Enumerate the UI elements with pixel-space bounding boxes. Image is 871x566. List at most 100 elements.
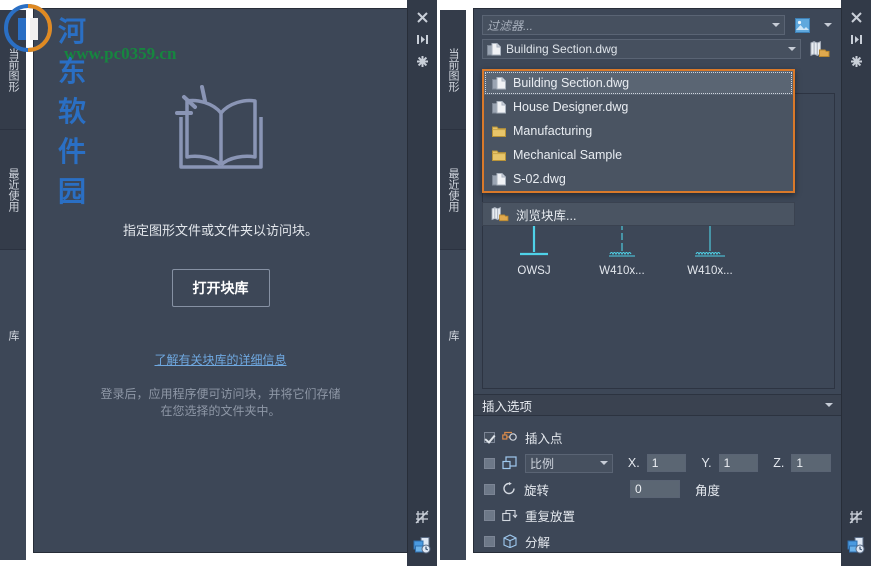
insertion-point-label: 插入点 — [525, 431, 563, 446]
dwg-file-icon — [492, 172, 506, 186]
dropdown-item-mechanical-sample[interactable]: Mechanical Sample — [484, 143, 793, 167]
scale-y-input[interactable]: 1 — [718, 454, 759, 472]
scale-checkbox[interactable] — [484, 457, 495, 469]
library-combo[interactable]: Building Section.dwg — [482, 39, 801, 59]
view-options-dropdown[interactable] — [819, 15, 833, 35]
browse-block-library-icon[interactable] — [807, 39, 833, 59]
rotation-input[interactable]: 0 — [630, 480, 681, 498]
dropdown-item-label: Building Section.dwg — [513, 76, 630, 90]
thumbnail-view-icon[interactable] — [791, 15, 813, 35]
block-label: W410x... — [687, 265, 733, 277]
chevron-down-icon[interactable] — [772, 23, 780, 27]
dwg-file-icon — [487, 42, 501, 56]
dock-pin-icon[interactable] — [407, 28, 437, 50]
chevron-down-icon[interactable] — [599, 461, 608, 465]
dropdown-item-label: Manufacturing — [513, 124, 593, 138]
sign-in-note-line2: 在您选择的文件夹中。 — [160, 404, 281, 418]
option-row-explode: 分解 — [484, 528, 831, 554]
dropdown-item-house-designer[interactable]: House Designer.dwg — [484, 95, 793, 119]
folder-icon — [492, 125, 506, 138]
tab-label: 当前图形 — [447, 47, 459, 92]
blocks-palette-right: 当前图形 最近使用 库 过滤器... Building Section.dwg … — [440, 0, 871, 566]
scale-z-input[interactable]: 1 — [791, 454, 832, 472]
rotation-checkbox[interactable] — [484, 483, 495, 495]
chevron-down-icon[interactable] — [824, 23, 832, 27]
learn-more-link[interactable]: 了解有关块库的详细信息 — [154, 351, 286, 368]
dropdown-item-label: House Designer.dwg — [513, 100, 629, 114]
rotation-icon — [502, 482, 517, 496]
sidebar-item-library[interactable]: 库 — [0, 250, 26, 420]
insert-block-icon[interactable] — [407, 530, 437, 560]
insert-options-body: 插入点 比例 X. 1 Y. 1 Z. 1 旋转 0 角度 重复放置 分解 — [474, 416, 841, 554]
option-row-insertion-point: 插入点 — [484, 424, 831, 450]
rotation-unit-label: 角度 — [695, 483, 721, 498]
dropdown-item-s02[interactable]: S-02.dwg — [484, 167, 793, 191]
dock-pin-icon[interactable] — [841, 28, 871, 50]
insert-options-panel: 插入选项 插入点 比例 X. 1 Y. 1 Z. 1 旋转 0 角度 重复放置 … — [474, 394, 841, 554]
explode-icon — [502, 534, 518, 548]
insert-options-header[interactable]: 插入选项 — [474, 394, 841, 416]
dropdown-item-building-section[interactable]: Building Section.dwg — [484, 71, 793, 95]
repeat-checkbox[interactable] — [484, 509, 495, 521]
sidebar-item-current-drawing[interactable]: 当前图形 — [440, 10, 466, 130]
explode-checkbox[interactable] — [484, 535, 495, 547]
filter-row: 过滤器... — [482, 15, 833, 35]
blocks-palette-left: 当前图形 最近使用 库 指定图形文件或文件夹以访问块。 打开块库 了解有关块库的… — [0, 0, 440, 566]
scale-y-label: Y. — [701, 456, 712, 470]
tab-label: 最近使用 — [7, 167, 19, 212]
block-item[interactable]: OWSJ — [503, 220, 565, 277]
sign-in-note: 登录后，应用程序便可访问块，并将它们存储 在您选择的文件夹中。 — [100, 386, 340, 420]
insert-options-title: 插入选项 — [482, 399, 533, 414]
chevron-down-icon[interactable] — [788, 47, 796, 51]
sidebar-item-recently-used[interactable]: 最近使用 — [0, 130, 26, 250]
block-item[interactable]: W410x... — [679, 220, 741, 277]
beam-symbol-b-thumb — [679, 220, 741, 262]
beam-symbol-a-thumb — [591, 220, 653, 262]
block-item[interactable]: W410x... — [591, 220, 653, 277]
filter-placeholder: 过滤器... — [487, 18, 534, 33]
repeat-label: 重复放置 — [525, 509, 576, 524]
block-symbol-icon[interactable] — [407, 504, 437, 530]
scale-icon — [502, 456, 518, 470]
empty-state-message: 指定图形文件或文件夹以访问块。 — [122, 223, 318, 238]
option-row-repeat: 重复放置 — [484, 502, 831, 528]
tab-label: 当前图形 — [7, 47, 19, 92]
sidebar-item-current-drawing[interactable]: 当前图形 — [0, 10, 26, 130]
block-symbol-icon[interactable] — [841, 504, 871, 530]
chevron-down-icon[interactable] — [825, 403, 833, 407]
repeat-place-icon — [502, 509, 518, 522]
sidebar-item-library[interactable]: 库 — [440, 250, 466, 420]
insert-block-icon[interactable] — [841, 530, 871, 560]
right-panel-rail — [841, 0, 871, 566]
option-row-scale: 比例 X. 1 Y. 1 Z. 1 — [484, 450, 832, 476]
block-label: OWSJ — [517, 265, 551, 277]
dropdown-item-manufacturing[interactable]: Manufacturing — [484, 119, 793, 143]
left-panel-rail — [407, 0, 437, 566]
right-panel-body: 过滤器... Building Section.dwg OWSJ W410x..… — [473, 8, 842, 553]
library-combo-value: Building Section.dwg — [506, 42, 618, 56]
dwg-file-icon — [492, 76, 506, 90]
insertion-point-checkbox[interactable] — [484, 431, 495, 443]
settings-star-icon[interactable] — [841, 50, 871, 72]
close-icon[interactable] — [841, 6, 871, 28]
joist-symbol-thumb — [503, 220, 565, 262]
left-tabstrip: 当前图形 最近使用 库 — [0, 10, 26, 560]
browse-block-library-item[interactable]: 浏览块库... — [482, 202, 795, 226]
left-panel-body: 指定图形文件或文件夹以访问块。 打开块库 了解有关块库的详细信息 登录后，应用程… — [33, 8, 408, 553]
filter-row-container: 过滤器... Building Section.dwg — [474, 9, 841, 59]
screenshot-root: 当前图形 最近使用 库 指定图形文件或文件夹以访问块。 打开块库 了解有关块库的… — [0, 0, 871, 566]
browse-block-library-icon — [491, 206, 509, 222]
scale-combo[interactable]: 比例 — [525, 453, 613, 473]
dropdown-item-label: Mechanical Sample — [513, 148, 623, 162]
close-icon[interactable] — [407, 6, 437, 28]
open-block-library-button[interactable]: 打开块库 — [171, 269, 270, 307]
library-combo-row: Building Section.dwg — [482, 39, 833, 59]
tab-label: 库 — [447, 329, 459, 341]
sidebar-item-recently-used[interactable]: 最近使用 — [440, 130, 466, 250]
filter-input[interactable]: 过滤器... — [482, 15, 785, 35]
rotation-label: 旋转 — [524, 483, 550, 498]
scale-x-input[interactable]: 1 — [646, 454, 687, 472]
tab-label: 最近使用 — [447, 167, 459, 212]
open-book-icon — [157, 69, 285, 182]
settings-star-icon[interactable] — [407, 50, 437, 72]
